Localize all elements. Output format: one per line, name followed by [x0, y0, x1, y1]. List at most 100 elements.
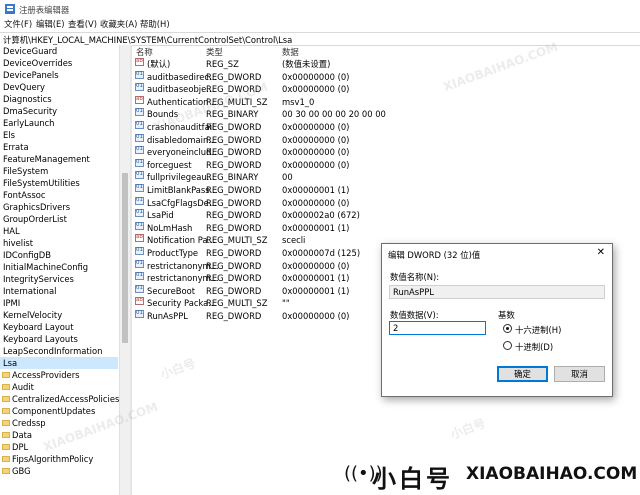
- value-data: 0x00000000 (0): [282, 197, 350, 208]
- tree-scrollbar[interactable]: [119, 45, 130, 495]
- tree-child-item[interactable]: Audit: [0, 381, 118, 393]
- menu-favorites[interactable]: 收藏夹(A): [100, 18, 137, 30]
- tree-item[interactable]: FileSystem: [0, 165, 118, 177]
- tree-item[interactable]: Keyboard Layouts: [0, 333, 118, 345]
- value-type: REG_DWORD: [206, 122, 262, 132]
- value-row[interactable]: BoundsREG_BINARY00 30 00 00 00 20 00 00: [132, 105, 640, 121]
- value-row[interactable]: fullprivilegeau...REG_BINARY00: [132, 168, 640, 184]
- value-row[interactable]: forceguestREG_DWORD0x00000000 (0): [132, 156, 640, 172]
- value-row[interactable]: auditbaseobje...REG_DWORD0x00000000 (0): [132, 80, 640, 96]
- tree-child-item[interactable]: DPL: [0, 441, 118, 453]
- value-row[interactable]: disabledomain...REG_DWORD0x00000000 (0): [132, 131, 640, 147]
- brand-domain: XIAOBAIHAO.COM: [466, 464, 638, 484]
- column-data-header[interactable]: 数据: [282, 46, 299, 58]
- tree-item[interactable]: FileSystemUtilities: [0, 177, 118, 189]
- tree-item[interactable]: DmaSecurity: [0, 105, 118, 117]
- menu-view[interactable]: 查看(V): [68, 18, 97, 30]
- folder-icon: [2, 420, 10, 426]
- value-row[interactable]: everyoneinclud...REG_DWORD0x00000000 (0): [132, 143, 640, 159]
- value-row[interactable]: (默认)REG_SZ(数值未设置): [132, 55, 640, 71]
- value-type: REG_SZ: [206, 59, 239, 69]
- value-row[interactable]: LsaCfgFlagsDe...REG_DWORD0x00000000 (0): [132, 194, 640, 210]
- binary-value-icon: [135, 219, 144, 231]
- tree-item[interactable]: IPMI: [0, 297, 118, 309]
- tree-item[interactable]: International: [0, 285, 118, 297]
- tree-item[interactable]: HAL: [0, 225, 118, 237]
- tree-item[interactable]: DeviceGuard: [0, 45, 118, 57]
- value-type: REG_DWORD: [206, 197, 262, 208]
- folder-icon: [2, 384, 10, 390]
- tree-child-item[interactable]: Credssp: [0, 417, 118, 429]
- value-data-input[interactable]: 2: [389, 321, 486, 335]
- value-row[interactable]: auditbasedirec...REG_DWORD0x00000000 (0): [132, 68, 640, 84]
- folder-icon: [2, 456, 10, 462]
- tree-item[interactable]: IDConfigDB: [0, 249, 118, 261]
- tree-item[interactable]: Els: [0, 129, 118, 141]
- value-type: REG_DWORD: [206, 311, 262, 321]
- tree-item[interactable]: Keyboard Layout: [0, 321, 118, 333]
- tree-item[interactable]: KernelVelocity: [0, 309, 118, 321]
- value-name-field: RunAsPPL: [389, 285, 605, 299]
- value-data: 0x00000000 (0): [282, 159, 350, 170]
- value-row[interactable]: Authentication ...REG_MULTI_SZmsv1_0: [132, 93, 640, 109]
- tree-item[interactable]: EarlyLaunch: [0, 117, 118, 129]
- binary-value-icon: [135, 80, 144, 93]
- tree-child-item[interactable]: GBG: [0, 465, 118, 477]
- tree-item[interactable]: InitialMachineConfig: [0, 261, 118, 273]
- tree-item[interactable]: DevQuery: [0, 81, 118, 93]
- tree-item[interactable]: FeatureManagement: [0, 153, 118, 165]
- window-title: 注册表编辑器: [19, 5, 70, 15]
- binary-value-icon: [135, 257, 144, 269]
- value-row[interactable]: LsaPidREG_DWORD0x000002a0 (672): [132, 206, 640, 222]
- regedit-icon: [5, 4, 15, 14]
- tree-item[interactable]: hivelist: [0, 237, 118, 249]
- tree-child-item[interactable]: AccessProviders: [0, 369, 118, 381]
- column-type-header[interactable]: 类型: [206, 46, 223, 58]
- value-type: REG_DWORD: [206, 248, 262, 258]
- hex-radio-label[interactable]: 十六进制(H): [515, 324, 561, 336]
- string-value-icon: [135, 294, 144, 307]
- binary-value-icon: [135, 68, 144, 80]
- value-data: (数值未设置): [282, 59, 331, 69]
- binary-value-icon: [135, 206, 144, 219]
- dialog-title: 编辑 DWORD (32 位)值: [388, 250, 481, 260]
- binary-value-icon: [135, 131, 144, 143]
- value-type: REG_DWORD: [206, 273, 262, 284]
- tree-child-item[interactable]: ComponentUpdates: [0, 405, 118, 417]
- tree-item[interactable]: IntegrityServices: [0, 273, 118, 285]
- tree-item[interactable]: Diagnostics: [0, 93, 118, 105]
- scrollbar-thumb[interactable]: [122, 173, 128, 343]
- value-row[interactable]: NoLmHashREG_DWORD0x00000001 (1): [132, 219, 640, 235]
- tree-item[interactable]: FontAssoc: [0, 189, 118, 201]
- decimal-radio-label[interactable]: 十进制(D): [515, 341, 553, 353]
- address-bar[interactable]: 计算机\HKEY_LOCAL_MACHINE\SYSTEM\CurrentCon…: [0, 32, 640, 46]
- ok-button[interactable]: 确定: [497, 366, 548, 382]
- tree-item[interactable]: GroupOrderList: [0, 213, 118, 225]
- value-data: 0x00000001 (1): [282, 273, 350, 284]
- brand-name: 小白号: [372, 465, 453, 493]
- value-row[interactable]: crashonauditfailREG_DWORD0x00000000 (0): [132, 118, 640, 134]
- menu-file[interactable]: 文件(F): [4, 18, 32, 30]
- tree-item[interactable]: DevicePanels: [0, 69, 118, 81]
- value-data: 0x00000000 (0): [282, 134, 350, 145]
- cancel-button[interactable]: 取消: [554, 366, 605, 382]
- tree-item[interactable]: Errata: [0, 141, 118, 153]
- tree-child-item[interactable]: Data: [0, 429, 118, 441]
- menu-edit[interactable]: 编辑(E): [36, 18, 65, 30]
- tree-child-item[interactable]: CentralizedAccessPolicies: [0, 393, 119, 405]
- title-bar: 注册表编辑器: [0, 0, 640, 18]
- tree-child-item[interactable]: FipsAlgorithmPolicy: [0, 453, 118, 465]
- tree-item[interactable]: GraphicsDrivers: [0, 201, 118, 213]
- decimal-radio[interactable]: [503, 341, 512, 350]
- close-icon[interactable]: ✕: [597, 247, 605, 258]
- menu-help[interactable]: 帮助(H): [140, 18, 170, 30]
- edit-dword-dialog: 编辑 DWORD (32 位)值 ✕ 数值名称(N): RunAsPPL 数值数…: [381, 243, 613, 397]
- tree-item[interactable]: LeapSecondInformation: [0, 345, 118, 357]
- folder-icon: [2, 408, 10, 414]
- value-data: 0x00000001 (1): [282, 285, 350, 296]
- tree-item-selected[interactable]: Lsa: [0, 357, 118, 369]
- value-row[interactable]: LimitBlankPass...REG_DWORD0x00000001 (1): [132, 181, 640, 197]
- tree-item[interactable]: DeviceOverrides: [0, 57, 118, 69]
- hex-radio[interactable]: [503, 324, 512, 333]
- binary-value-icon: [135, 105, 144, 118]
